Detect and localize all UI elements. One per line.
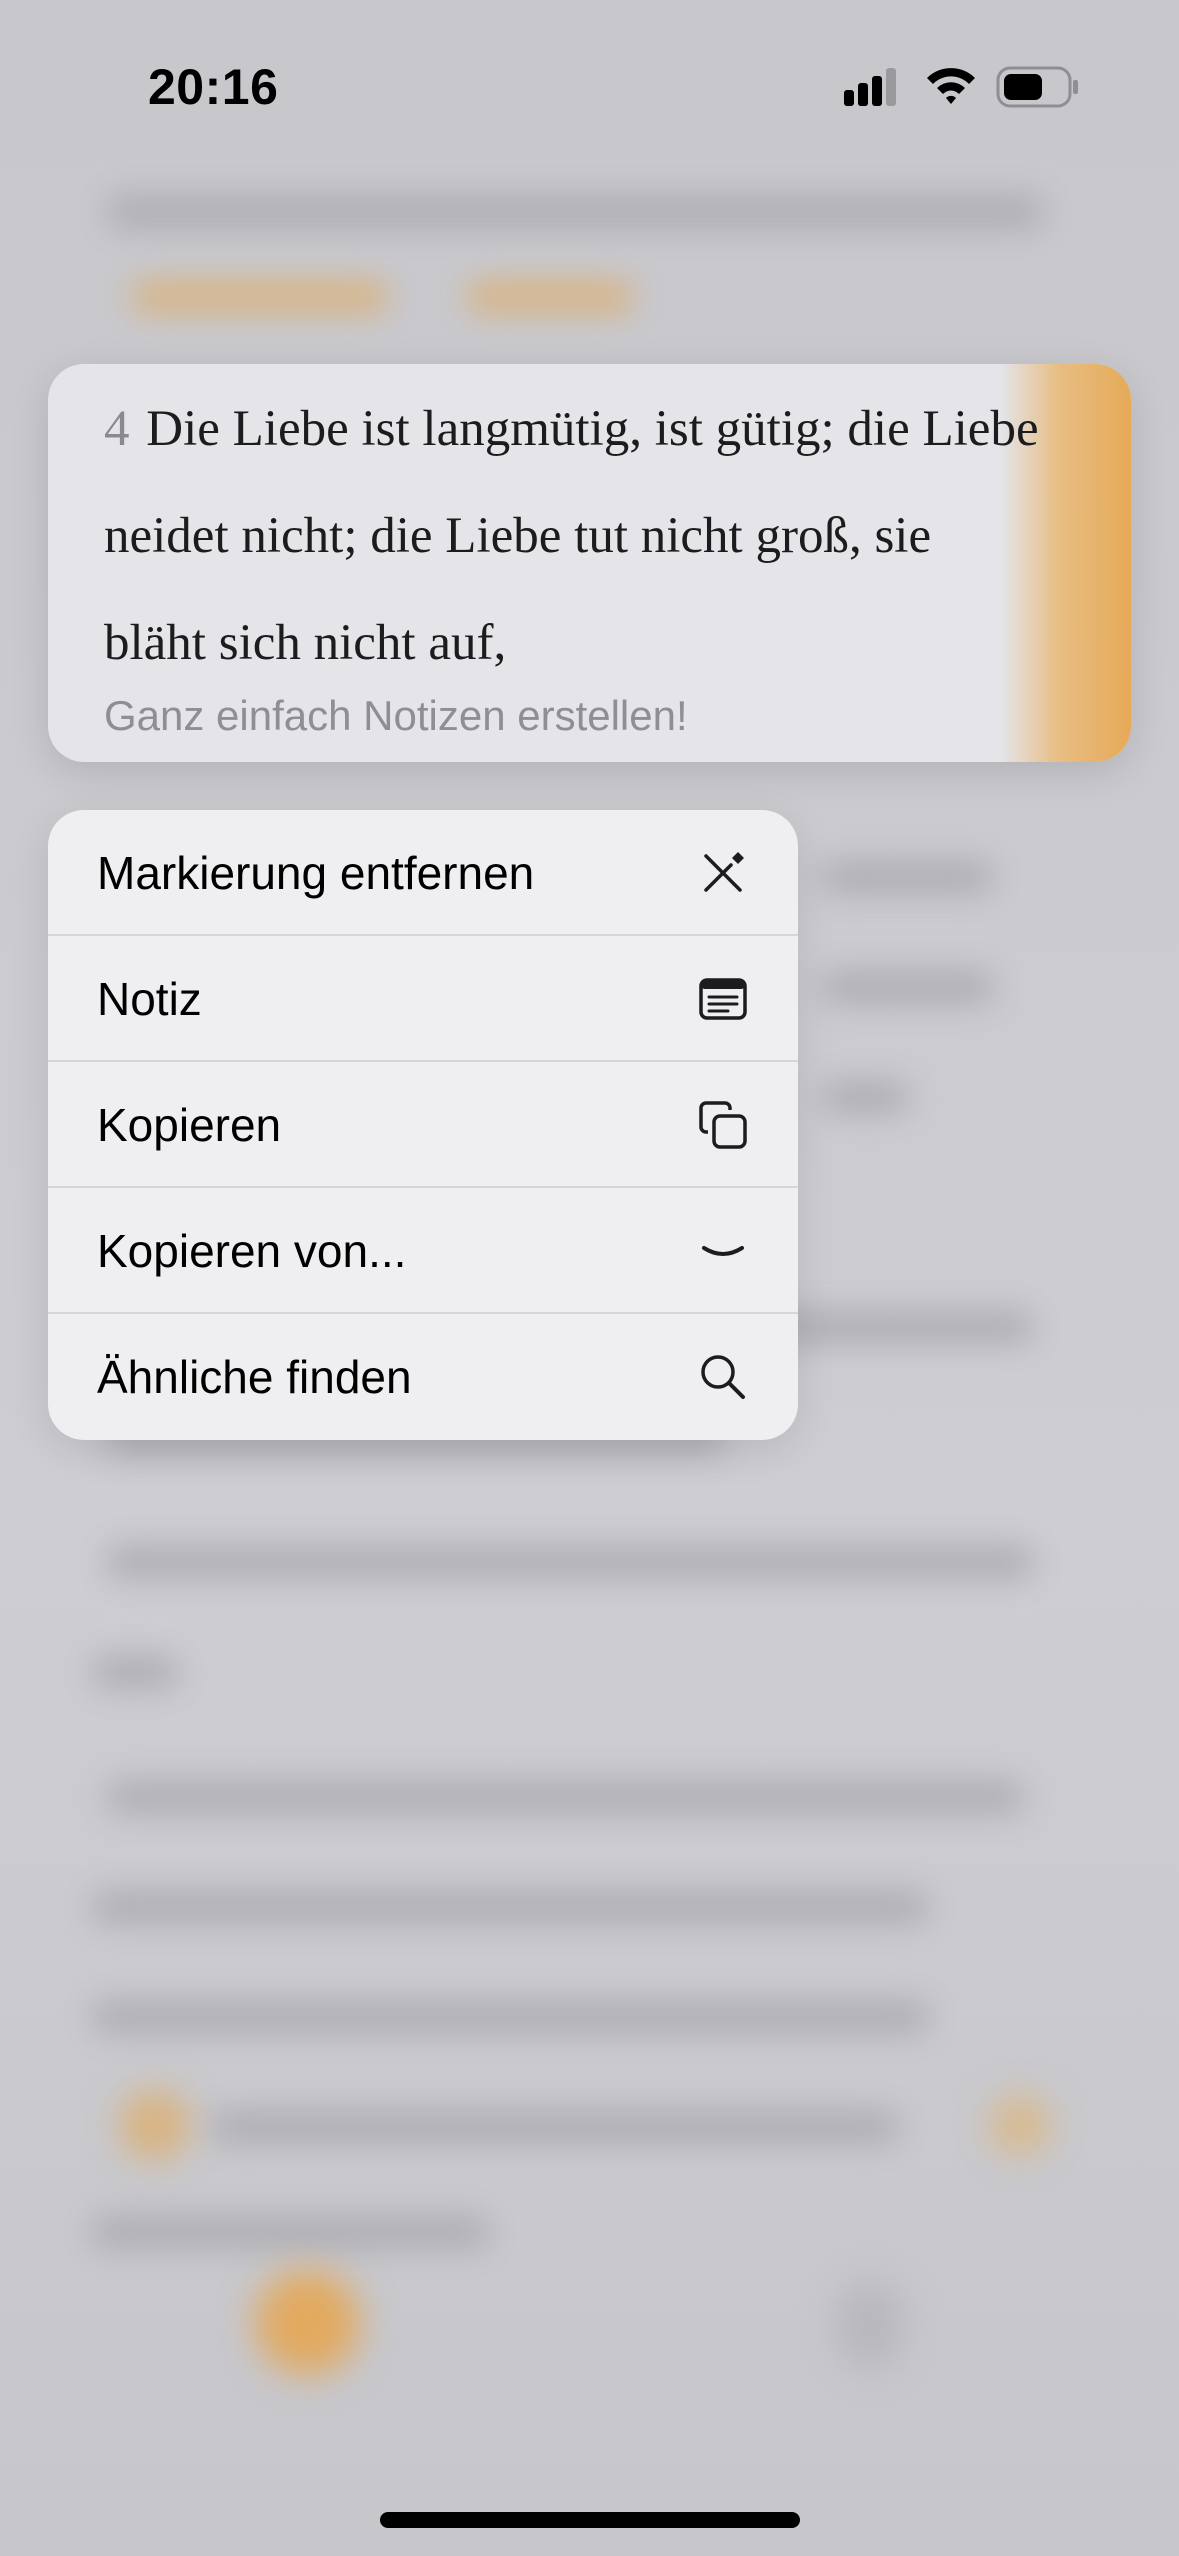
highlighted-verse-card[interactable]: 4 Die Liebe ist langmütig, ist gütig; di… [48,364,1131,762]
battery-icon [996,66,1078,108]
verse-line-2: neidet nicht; die Liebe tut nicht groß, … [104,508,932,564]
menu-item-note[interactable]: Notiz [48,936,798,1062]
note-icon [699,978,747,1020]
status-bar: 20:16 [0,0,1179,170]
menu-item-label: Markierung entfernen [97,847,535,899]
menu-item-copy-from[interactable]: Kopieren von... [48,1188,798,1314]
verse-line-3: bläht sich nicht auf, [104,615,507,671]
menu-item-remove-highlight[interactable]: Markierung entfernen [48,810,798,936]
verse-number: 4 [104,401,130,457]
wifi-icon [927,68,975,104]
menu-item-find-similar[interactable]: Ähnliche finden [48,1314,798,1440]
home-indicator[interactable] [380,2512,800,2528]
menu-item-label: Ähnliche finden [97,1351,412,1403]
menu-item-label: Notiz [97,973,202,1025]
menu-item-copy[interactable]: Kopieren [48,1062,798,1188]
menu-item-label: Kopieren von... [97,1225,407,1277]
verse-text: 4 Die Liebe ist langmütig, ist gütig; di… [104,376,1131,697]
verse-line-1: 4 Die Liebe ist langmütig, ist gütig; di… [104,376,1131,483]
signal-icon [844,68,896,106]
search-icon [701,1355,745,1399]
chevron-down-icon [702,1246,744,1256]
context-menu: Markierung entfernen Notiz Kopieren Kopi… [48,810,798,1440]
copy-icon [699,1101,747,1149]
verse-line-1-text: Die Liebe ist langmütig, ist gütig; die … [146,401,1039,457]
note-hint-text: Ganz einfach Notizen erstellen! [104,692,688,739]
remove-highlight-icon [704,852,744,892]
menu-item-label: Kopieren [97,1099,282,1151]
status-time: 20:16 [148,59,279,115]
